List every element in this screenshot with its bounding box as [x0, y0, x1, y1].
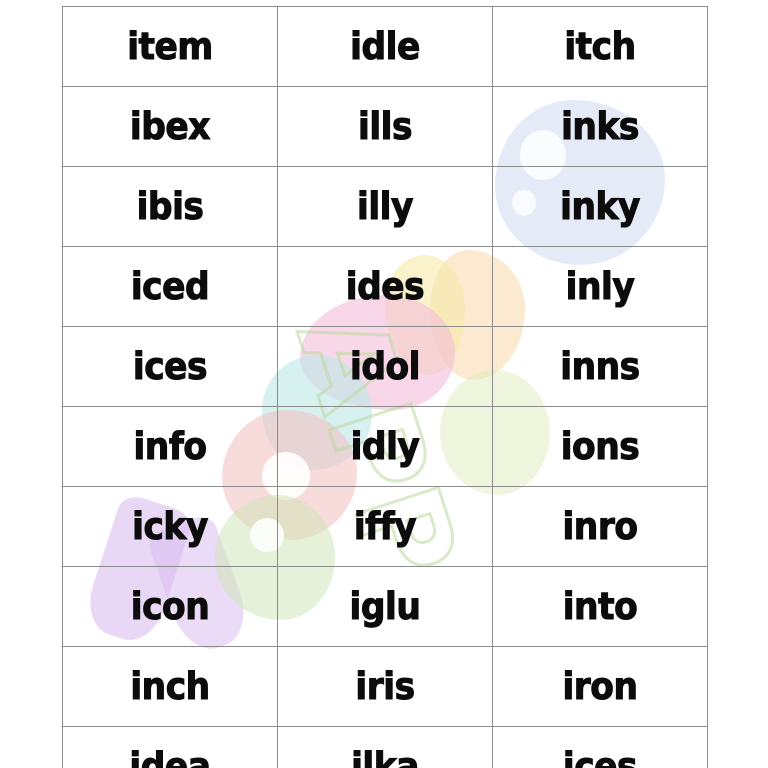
word-text: inks	[561, 105, 640, 148]
word-text: iron	[562, 665, 639, 708]
word-cell: ibex	[62, 86, 278, 167]
word-text: inch	[130, 665, 211, 708]
word-cell: inks	[492, 86, 708, 167]
word-text: icky	[132, 505, 209, 548]
word-cell: info	[62, 406, 278, 487]
word-text: item	[127, 25, 214, 68]
word-cell: ibis	[62, 166, 278, 247]
word-text: ides	[345, 265, 425, 308]
table-row-partial: idea ilka ices	[62, 726, 708, 768]
word-text: iglu	[349, 585, 421, 628]
word-text: ibex	[129, 105, 211, 148]
word-cell: icon	[62, 566, 278, 647]
word-cell: inch	[62, 646, 278, 727]
table-row: item idle itch	[62, 6, 708, 87]
table-row: info idly ions	[62, 406, 708, 487]
word-text: ibis	[136, 185, 204, 228]
word-cell: idol	[277, 326, 493, 407]
table-row: icky iffy inro	[62, 486, 708, 567]
word-text: ices	[132, 345, 208, 388]
word-cell: iced	[62, 246, 278, 327]
word-list-table: item idle itch ibex ills inks ibis illy …	[62, 6, 708, 768]
word-cell: idea	[62, 726, 278, 768]
word-cell: icky	[62, 486, 278, 567]
word-text: ices	[562, 745, 638, 768]
word-cell: item	[62, 6, 278, 87]
table-row: iced ides inly	[62, 246, 708, 327]
word-cell: ices	[62, 326, 278, 407]
word-cell: illy	[277, 166, 493, 247]
word-text: ills	[357, 105, 413, 148]
word-cell: ills	[277, 86, 493, 167]
word-text: idea	[129, 745, 212, 768]
word-text: iced	[130, 265, 210, 308]
table-row: ices idol inns	[62, 326, 708, 407]
word-cell: inro	[492, 486, 708, 567]
word-cell: iglu	[277, 566, 493, 647]
word-text: illy	[357, 185, 414, 228]
word-text: iffy	[353, 505, 417, 548]
word-cell: ides	[277, 246, 493, 327]
word-cell: inns	[492, 326, 708, 407]
word-text: icon	[130, 585, 210, 628]
word-cell: iris	[277, 646, 493, 727]
word-text: itch	[564, 25, 637, 68]
word-text: idly	[350, 425, 420, 468]
word-cell: ices	[492, 726, 708, 768]
worksheet-page: APP item idle itch ibex ills inks ibis i…	[0, 0, 768, 768]
word-cell: iffy	[277, 486, 493, 567]
word-cell: itch	[492, 6, 708, 87]
word-cell: into	[492, 566, 708, 647]
word-cell: ions	[492, 406, 708, 487]
word-text: into	[562, 585, 638, 628]
word-cell: iron	[492, 646, 708, 727]
word-text: ions	[560, 425, 640, 468]
word-cell: inly	[492, 246, 708, 327]
word-text: info	[133, 425, 208, 468]
word-text: idol	[349, 345, 421, 388]
word-cell: idly	[277, 406, 493, 487]
word-text: ilka	[351, 745, 420, 768]
word-table-body: item idle itch ibex ills inks ibis illy …	[62, 6, 708, 768]
table-row: ibex ills inks	[62, 86, 708, 167]
word-cell: idle	[277, 6, 493, 87]
word-text: idle	[350, 25, 421, 68]
table-row: icon iglu into	[62, 566, 708, 647]
word-text: inly	[565, 265, 635, 308]
word-text: iris	[355, 665, 416, 708]
word-text: inns	[560, 345, 641, 388]
word-text: inro	[562, 505, 639, 548]
word-cell: inky	[492, 166, 708, 247]
word-cell: ilka	[277, 726, 493, 768]
word-text: inky	[560, 185, 641, 228]
table-row: inch iris iron	[62, 646, 708, 727]
table-row: ibis illy inky	[62, 166, 708, 247]
